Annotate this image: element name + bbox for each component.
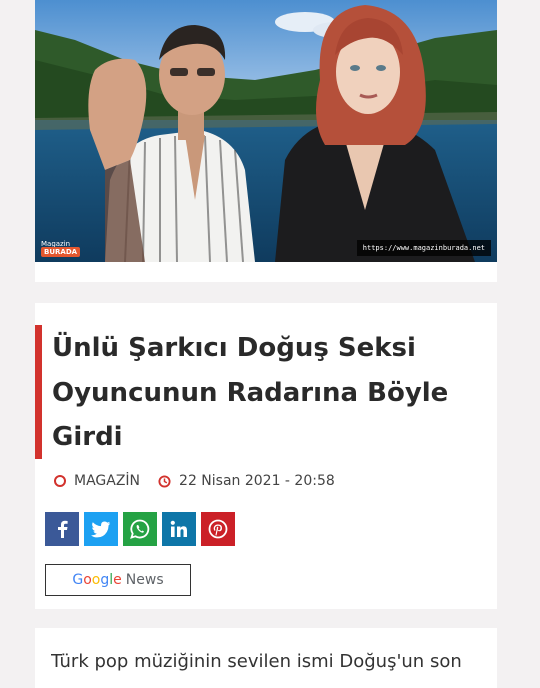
google-news-button[interactable]: Google News xyxy=(45,564,191,596)
article-meta: MAGAZİN 22 Nisan 2021 - 20:58 xyxy=(54,472,335,490)
date-label: 22 Nisan 2021 - 20:58 xyxy=(179,473,335,489)
whatsapp-share-button[interactable] xyxy=(123,512,157,546)
hero-card: Magazin BURADA https://www.magazinburada… xyxy=(35,0,497,282)
twitter-share-button[interactable] xyxy=(84,512,118,546)
magazin-burada-logo: Magazin BURADA xyxy=(41,240,81,257)
article-title: Ünlü Şarkıcı Doğuş Seksi Oyuncunun Radar… xyxy=(52,333,449,452)
linkedin-share-button[interactable] xyxy=(162,512,196,546)
article-body-card: Türk pop müziğinin sevilen ismi Doğuş'un… xyxy=(35,628,497,688)
article-body-text: Türk pop müziğinin sevilen ismi Doğuş'un… xyxy=(51,651,462,672)
logo-line-2: BURADA xyxy=(41,247,81,257)
title-accent-bar xyxy=(35,325,42,459)
hero-photo-illustration xyxy=(35,0,497,262)
facebook-icon xyxy=(58,520,68,538)
google-logo: Google xyxy=(72,572,122,588)
twitter-icon xyxy=(91,521,111,537)
category-label: MAGAZİN xyxy=(74,473,141,489)
share-buttons xyxy=(45,512,240,546)
google-news-label: News xyxy=(125,572,164,588)
pinterest-icon xyxy=(208,519,228,539)
clock-icon xyxy=(158,474,171,488)
watermark-url: https://www.magazinburada.net xyxy=(356,240,491,256)
category-link[interactable]: MAGAZİN xyxy=(54,473,140,489)
pinterest-share-button[interactable] xyxy=(201,512,235,546)
article-header-card: Ünlü Şarkıcı Doğuş Seksi Oyuncunun Radar… xyxy=(35,303,497,609)
linkedin-icon xyxy=(170,520,187,537)
whatsapp-icon xyxy=(130,519,150,539)
category-icon xyxy=(54,475,66,487)
facebook-share-button[interactable] xyxy=(45,512,79,546)
hero-photo[interactable]: Magazin BURADA https://www.magazinburada… xyxy=(35,0,497,262)
publish-date: 22 Nisan 2021 - 20:58 xyxy=(158,473,335,489)
